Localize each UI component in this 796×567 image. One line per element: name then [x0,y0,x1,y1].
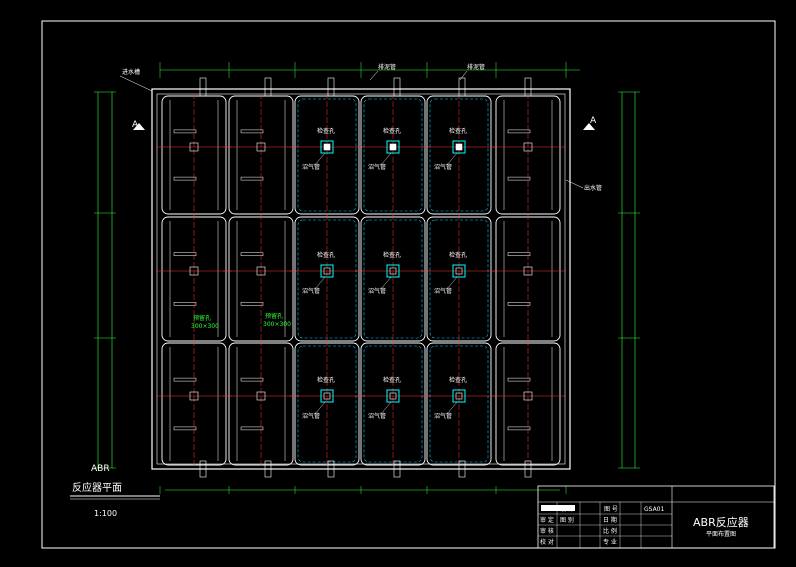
plan-title-block: ABR 反应器平面 1:100 [70,464,160,518]
top-pipe-stub [264,77,272,97]
distribution-pipe [240,252,264,256]
distribution-pipe [173,377,197,382]
plan-title-en: ABR [91,464,110,474]
top-pipe-stub [393,77,401,97]
label-inspection: 检查孔 [383,376,401,384]
label-gas-pipe: 沼气管 [434,412,452,420]
tb-row-3: 设 计 [560,505,574,513]
distribution-pipe [240,302,264,306]
reactor-cells [156,93,566,468]
section-marker-right: A [590,116,597,126]
inspection-hole-core [455,143,463,151]
distribution-pipe [240,377,264,382]
distribution-pipe [173,426,197,431]
distribution-pipe [507,377,531,382]
title-block: 图 号 GSA01 审 定 审 核 校 对 设 计 日 期 比 例 专 业 图 … [537,485,775,549]
label-reserved-size: 300×300 [191,323,219,330]
label-gas-pipe: 沼气管 [434,287,452,295]
distribution-pipe [240,426,264,431]
label-inspection: 检查孔 [449,251,467,259]
cad-drawing: 检查孔沼气管检查孔沼气管检查孔沼气管检查孔沼气管检查孔沼气管检查孔沼气管检查孔沼… [41,20,776,549]
label-gas-pipe: 沼气管 [302,287,320,295]
tb-row-1: 审 核 [540,527,554,535]
tb-subtitle: 平面布置图 [706,530,736,538]
label-gas-pipe: 沼气管 [302,163,320,171]
tb-row-2: 校 对 [540,538,554,546]
tb-row-0: 审 定 [540,516,554,524]
label-gas-pipe: 沼气管 [302,412,320,420]
tb-project-title: ABR反应器 [693,515,749,529]
distribution-pipe [507,129,531,134]
tb-mid-1: 比 例 [603,527,617,535]
tb-mid-0: 日 期 [603,516,617,524]
distribution-pipe [173,302,197,306]
label-inlet: 进水槽 [122,68,140,76]
top-pipe-stub [199,77,207,97]
distribution-pipe [173,252,197,256]
distribution-pipe [507,426,531,431]
label-inspection: 检查孔 [449,127,467,135]
distribution-pipe [507,252,531,256]
top-pipe-stub [458,77,466,97]
tb-mid-3: 图 别 [560,516,574,524]
label-sludge-pipe-1: 排泥管 [378,63,396,71]
inspection-hole-core [323,143,331,151]
tb-drawing-no-label: 图 号 [604,506,618,513]
distribution-pipe [507,302,531,306]
label-outlet: 出水管 [584,184,602,192]
plan-title-cn: 反应器平面 [72,481,122,494]
tb-drawing-no: GSA01 [644,506,664,513]
label-reserved-size: 300×300 [263,321,291,328]
tb-mid-2: 专 业 [603,538,617,546]
label-inspection: 检查孔 [449,376,467,384]
inspection-hole-core [389,143,397,151]
label-inspection: 检查孔 [317,376,335,384]
label-sludge-pipe-2: 排泥管 [467,63,485,71]
distribution-pipe [173,129,197,134]
label-gas-pipe: 沼气管 [434,163,452,171]
dimension-lines [94,62,640,494]
distribution-pipe [240,129,264,134]
top-pipe-stub [327,77,335,97]
distribution-pipe [240,176,264,181]
label-gas-pipe: 沼气管 [368,412,386,420]
label-inspection: 检查孔 [317,251,335,259]
label-inspection: 检查孔 [383,251,401,259]
label-reserved-hole: 预留孔 [193,314,211,322]
distribution-pipe [507,176,531,181]
label-inspection: 检查孔 [383,127,401,135]
distribution-pipe [173,176,197,181]
reactor-plan: 检查孔沼气管检查孔沼气管检查孔沼气管检查孔沼气管检查孔沼气管检查孔沼气管检查孔沼… [94,62,640,494]
label-gas-pipe: 沼气管 [368,163,386,171]
plan-scale: 1:100 [94,509,117,518]
label-gas-pipe: 沼气管 [368,287,386,295]
label-reserved-hole: 预留孔 [265,312,283,320]
label-inspection: 检查孔 [317,127,335,135]
